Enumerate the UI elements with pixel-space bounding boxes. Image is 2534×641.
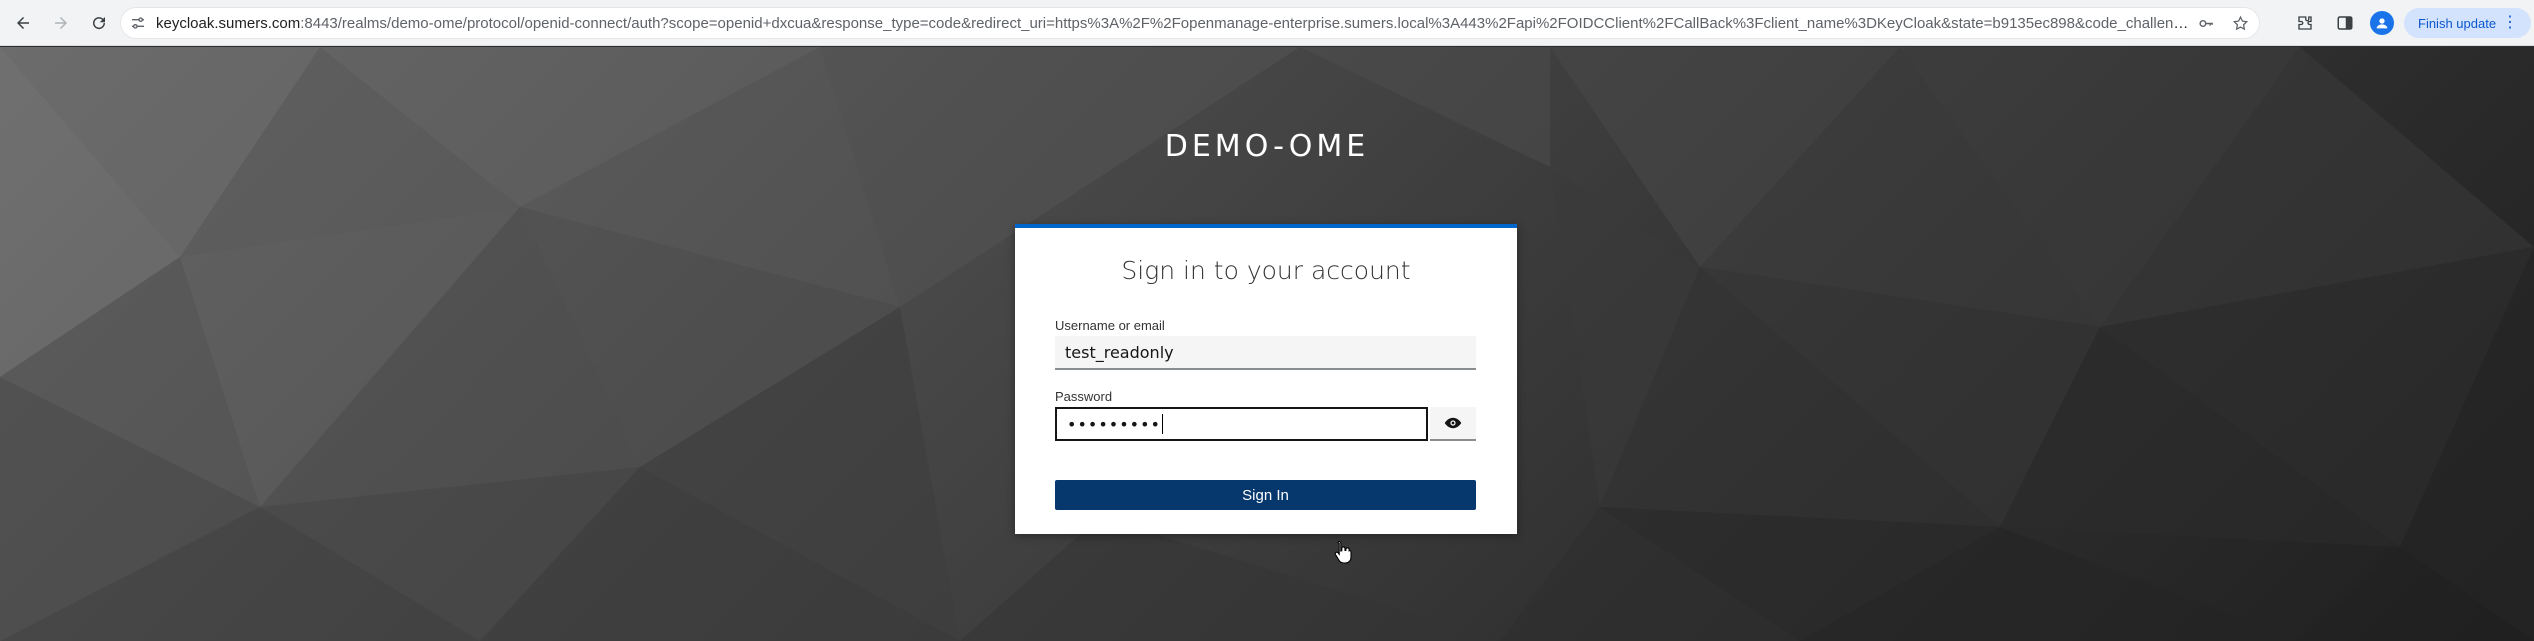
back-arrow-icon <box>17 16 29 29</box>
login-card: Sign in to your account Username or emai… <box>1015 224 1517 534</box>
login-page-background: DEMO-OME Sign in to your account Usernam… <box>0 47 2534 641</box>
eye-icon <box>1444 417 1462 429</box>
show-password-button[interactable] <box>1430 407 1476 441</box>
login-title: Sign in to your account <box>1121 256 1411 285</box>
finish-update-label: Finish update <box>2418 15 2497 31</box>
side-panel-button[interactable] <box>2330 8 2360 38</box>
forward-arrow-icon <box>55 16 67 29</box>
extensions-icon <box>2298 16 2312 30</box>
side-panel-icon <box>2337 16 2353 30</box>
sign-in-button[interactable]: Sign In <box>1055 480 1476 510</box>
forward-button[interactable] <box>46 8 76 38</box>
profile-button[interactable] <box>2370 11 2394 35</box>
hand-cursor-icon <box>1334 540 1352 564</box>
bookmark-button[interactable] <box>2226 9 2254 37</box>
more-menu-icon: ⋮ <box>2502 14 2518 31</box>
browser-toolbar: keycloak.sumers.com:8443/realms/demo-ome… <box>0 0 2534 46</box>
password-value: ••••••••• <box>1067 414 1161 434</box>
reload-button[interactable] <box>84 8 114 38</box>
username-value: test_readonly <box>1065 342 1174 362</box>
finish-update-button[interactable]: Finish update ⋮ <box>2404 8 2532 38</box>
url-host: keycloak.sumers.com <box>156 14 301 32</box>
sign-in-label: Sign In <box>1242 486 1289 504</box>
url-text[interactable]: keycloak.sumers.com:8443/realms/demo-ome… <box>156 15 2192 32</box>
username-field[interactable]: test_readonly <box>1055 336 1476 370</box>
site-info-icon <box>132 17 144 29</box>
url-path: :8443/realms/demo-ome/protocol/openid-co… <box>300 14 2192 32</box>
username-label: Username or email <box>1055 318 1165 333</box>
toolbar-right: Finish update ⋮ <box>2290 8 2532 38</box>
profile-icon <box>2376 18 2388 29</box>
password-key-icon <box>2198 19 2213 27</box>
site-info-button[interactable] <box>124 9 152 37</box>
password-field[interactable]: ••••••••• <box>1055 407 1428 441</box>
password-manager-button[interactable] <box>2192 9 2220 37</box>
reload-icon <box>93 16 106 29</box>
realm-title: DEMO-OME <box>1164 129 1370 164</box>
extensions-button[interactable] <box>2290 8 2320 38</box>
bookmark-star-icon <box>2232 15 2248 30</box>
back-button[interactable] <box>8 8 38 38</box>
password-label: Password <box>1055 389 1113 404</box>
text-caret <box>1161 414 1163 434</box>
address-bar[interactable]: keycloak.sumers.com:8443/realms/demo-ome… <box>120 7 2260 39</box>
